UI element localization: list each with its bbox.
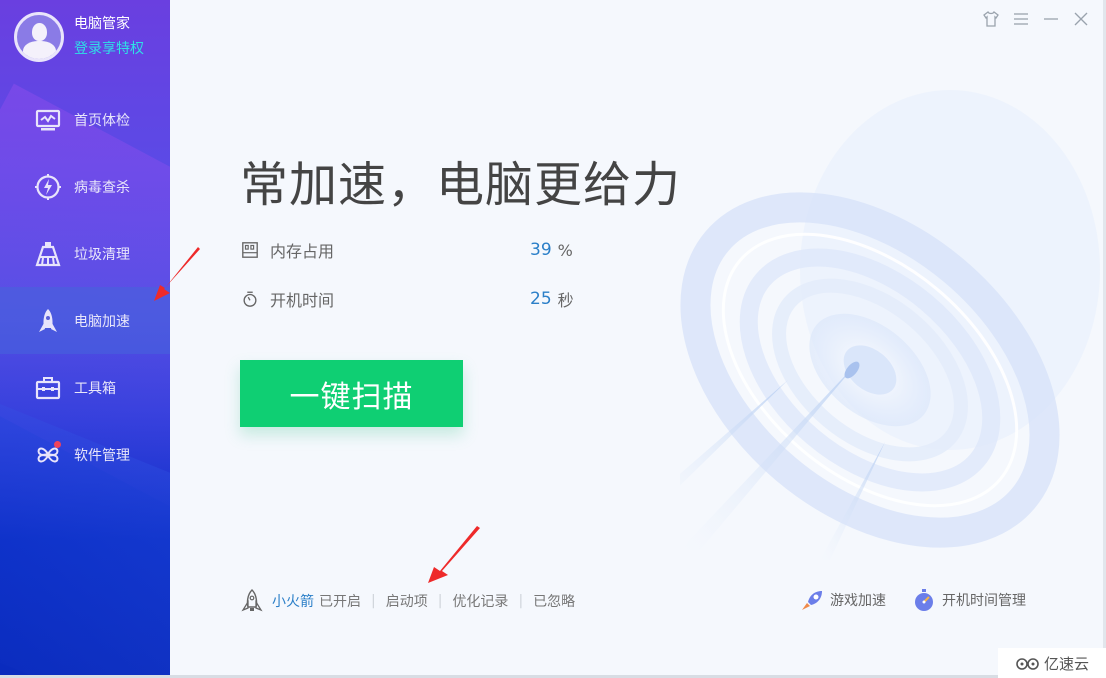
sidebar-item-label: 病毒查杀: [74, 179, 130, 196]
avatar-head-shape: [32, 23, 47, 41]
boot-time-row: 开机时间 25 秒: [240, 287, 574, 311]
game-boost-label: 游戏加速: [830, 593, 886, 609]
close-button[interactable]: [1070, 8, 1092, 30]
ignored-items-link[interactable]: 已忽略: [533, 591, 575, 611]
close-icon: [1074, 12, 1088, 26]
sidebar-item-label: 电脑加速: [74, 313, 130, 330]
decorative-swirl-graphic: [680, 90, 1100, 560]
sidebar-item-toolbox[interactable]: 工具箱: [0, 354, 170, 421]
menu-icon: [1014, 13, 1028, 25]
boot-time-manager-link[interactable]: 开机时间管理: [912, 588, 1026, 612]
page-headline: 常加速，电脑更给力: [240, 157, 682, 213]
skin-button[interactable]: [980, 8, 1002, 30]
annotation-arrow-startup: [428, 526, 480, 583]
sidebar-item-label: 垃圾清理: [74, 246, 130, 263]
sidebar-item-software-manager[interactable]: 软件管理: [0, 421, 170, 488]
boot-timer-icon: [915, 589, 933, 611]
notification-badge-dot: [54, 440, 61, 448]
small-rocket-icon: [241, 589, 263, 612]
divider: |: [518, 593, 524, 609]
toolbox-icon: [33, 373, 63, 403]
footer-tools: 游戏加速 开机时间管理: [800, 588, 1026, 612]
boot-time-label: 开机时间: [270, 291, 335, 310]
app-window: 电脑管家 登录享特权 首页体检 病毒查杀 垃圾清理 电脑加速 工具箱 软件管理 …: [0, 0, 1106, 678]
rocket-icon: [33, 306, 63, 336]
menu-button[interactable]: [1010, 8, 1032, 30]
game-boost-link[interactable]: 游戏加速: [800, 588, 886, 612]
tshirt-icon: [983, 11, 999, 27]
software-clover-icon: [33, 440, 63, 470]
footer-options: 小火箭 已开启 | 启动项 | 优化记录 | 已忽略: [240, 588, 575, 614]
sidebar-item-label: 软件管理: [74, 447, 130, 464]
sidebar-nav: 首页体检 病毒查杀 垃圾清理 电脑加速 工具箱 软件管理: [0, 86, 170, 488]
lightning-shield-icon: [33, 172, 63, 202]
sidebar-item-speed-up[interactable]: 电脑加速: [0, 287, 170, 354]
game-boost-icon: [802, 591, 822, 610]
sidebar-item-junk-clean[interactable]: 垃圾清理: [0, 220, 170, 287]
avatar[interactable]: [14, 12, 64, 62]
login-link[interactable]: 登录享特权: [74, 38, 144, 60]
divider: |: [371, 593, 376, 609]
sidebar-item-home-checkup[interactable]: 首页体检: [0, 86, 170, 153]
avatar-body-shape: [23, 41, 56, 59]
monitor-pulse-icon: [33, 105, 63, 135]
app-name: 电脑管家: [74, 16, 130, 32]
boot-time-manager-label: 开机时间管理: [942, 593, 1026, 609]
stopwatch-icon: [240, 289, 260, 309]
memory-usage-unit: %: [557, 240, 573, 260]
window-controls: [980, 8, 1092, 30]
boot-time-value: 25: [530, 289, 552, 309]
small-rocket-status: 已开启: [319, 594, 361, 610]
memory-usage-row: 内存占用 39 %: [240, 238, 573, 262]
startup-items-link[interactable]: 启动项: [386, 591, 428, 611]
boot-time-unit: 秒: [557, 291, 574, 310]
sidebar-item-virus-scan[interactable]: 病毒查杀: [0, 153, 170, 220]
optimization-history-link[interactable]: 优化记录: [452, 591, 508, 611]
minimize-button[interactable]: [1040, 8, 1062, 30]
profile-area: 电脑管家 登录享特权: [14, 12, 144, 62]
minimize-icon: [1044, 18, 1058, 20]
one-click-scan-button[interactable]: 一键扫描: [240, 360, 463, 427]
sidebar-item-label: 首页体检: [74, 112, 130, 129]
annotation-arrow-sidebar: [154, 247, 200, 301]
memory-usage-label: 内存占用: [270, 242, 335, 261]
memory-usage-value: 39: [530, 240, 552, 260]
profile-text: 电脑管家 登录享特权: [74, 14, 144, 60]
divider: |: [437, 593, 443, 609]
small-rocket-link[interactable]: 小火箭: [272, 591, 314, 611]
cloud-logo-icon: [1016, 658, 1039, 670]
sidebar: 电脑管家 登录享特权 首页体检 病毒查杀 垃圾清理 电脑加速 工具箱 软件管理: [0, 0, 170, 675]
broom-icon: [33, 239, 63, 269]
watermark: 亿速云: [998, 648, 1106, 678]
sidebar-item-label: 工具箱: [74, 380, 116, 397]
memory-icon: [240, 240, 260, 260]
watermark-text: 亿速云: [1043, 654, 1089, 673]
